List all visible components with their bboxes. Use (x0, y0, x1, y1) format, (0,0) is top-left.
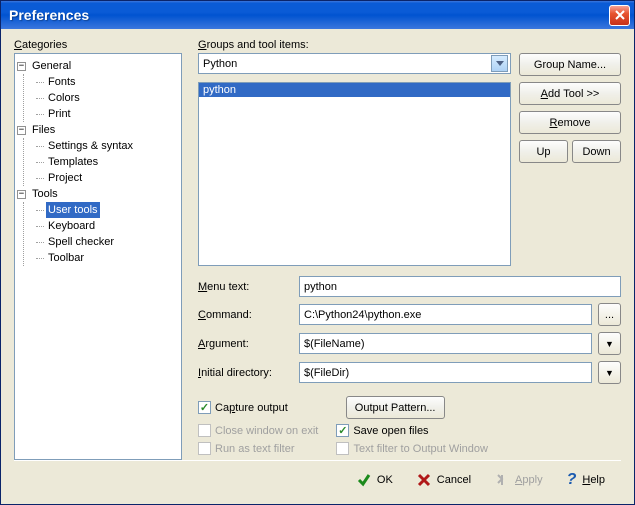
tree-item-user-tools[interactable]: User tools (36, 202, 179, 218)
close-on-exit-checkbox: Close window on exit (198, 424, 318, 437)
help-button[interactable]: ? Help (567, 471, 605, 489)
checkbox-icon: ✓ (198, 401, 211, 414)
tree-item-files[interactable]: − Files (17, 122, 179, 138)
command-label: Command: (198, 309, 293, 321)
up-button[interactable]: Up (519, 140, 568, 163)
down-button[interactable]: Down (572, 140, 621, 163)
initial-dir-label: Initial directory: (198, 367, 293, 379)
check-icon (357, 473, 371, 487)
argument-label: Argument: (198, 338, 293, 350)
output-pattern-button[interactable]: Output Pattern... (346, 396, 445, 419)
combo-dropdown-button[interactable] (491, 55, 508, 72)
remove-button[interactable]: Remove (519, 111, 621, 134)
chevron-down-icon: ▼ (605, 368, 614, 378)
menu-text-input[interactable]: python (299, 276, 621, 297)
dialog-footer: OK Cancel Apply ? Help (14, 460, 621, 498)
tree-item-spell-checker[interactable]: Spell checker (36, 234, 179, 250)
initial-dir-dropdown-button[interactable]: ▼ (598, 361, 621, 384)
command-input[interactable]: C:\Python24\python.exe (299, 304, 592, 325)
groups-combo[interactable]: Python (198, 53, 511, 74)
categories-tree[interactable]: − General Fonts Colors Print − (14, 53, 182, 460)
tree-item-toolbar[interactable]: Toolbar (36, 250, 179, 266)
categories-label: Categories (14, 39, 182, 51)
save-open-files-checkbox[interactable]: ✓ Save open files (336, 424, 428, 437)
preferences-window: Preferences Categories − General Font (0, 0, 635, 505)
checkbox-icon: ✓ (336, 424, 349, 437)
argument-dropdown-button[interactable]: ▼ (598, 332, 621, 355)
tree-item-print[interactable]: Print (36, 106, 179, 122)
ellipsis-icon: ... (605, 309, 614, 321)
tree-item-general[interactable]: − General (17, 58, 179, 74)
tree-item-settings-syntax[interactable]: Settings & syntax (36, 138, 179, 154)
window-title: Preferences (9, 7, 609, 23)
checkbox-icon (198, 424, 211, 437)
checkbox-icon (198, 442, 211, 455)
close-icon (615, 10, 625, 20)
collapse-icon[interactable]: − (17, 62, 26, 71)
chevron-down-icon (496, 61, 504, 66)
argument-input[interactable]: $(FileName) (299, 333, 592, 354)
apply-button: Apply (495, 473, 543, 487)
groups-label: Groups and tool items: (198, 39, 621, 51)
collapse-icon[interactable]: − (17, 190, 26, 199)
menu-text-label: Menu text: (198, 281, 293, 293)
text-filter-output-checkbox: Text filter to Output Window (336, 442, 488, 455)
ok-button[interactable]: OK (357, 473, 393, 487)
tree-item-project[interactable]: Project (36, 170, 179, 186)
initial-dir-input[interactable]: $(FileDir) (299, 362, 592, 383)
help-icon: ? (567, 471, 577, 489)
tree-item-tools[interactable]: − Tools (17, 186, 179, 202)
group-name-button[interactable]: Group Name... (519, 53, 621, 76)
apply-icon (495, 473, 509, 487)
run-as-text-filter-checkbox: Run as text filter (198, 442, 294, 455)
chevron-down-icon: ▼ (605, 339, 614, 349)
tree-item-templates[interactable]: Templates (36, 154, 179, 170)
titlebar: Preferences (1, 1, 634, 29)
capture-output-checkbox[interactable]: ✓ Capture output (198, 401, 288, 414)
tool-items-list[interactable]: python (198, 82, 511, 266)
checkbox-icon (336, 442, 349, 455)
collapse-icon[interactable]: − (17, 126, 26, 135)
browse-command-button[interactable]: ... (598, 303, 621, 326)
x-icon (417, 473, 431, 487)
cancel-button[interactable]: Cancel (417, 473, 471, 487)
tree-item-colors[interactable]: Colors (36, 90, 179, 106)
list-item[interactable]: python (199, 83, 510, 97)
tree-item-fonts[interactable]: Fonts (36, 74, 179, 90)
tree-item-keyboard[interactable]: Keyboard (36, 218, 179, 234)
close-button[interactable] (609, 5, 630, 26)
add-tool-button[interactable]: Add Tool >> (519, 82, 621, 105)
